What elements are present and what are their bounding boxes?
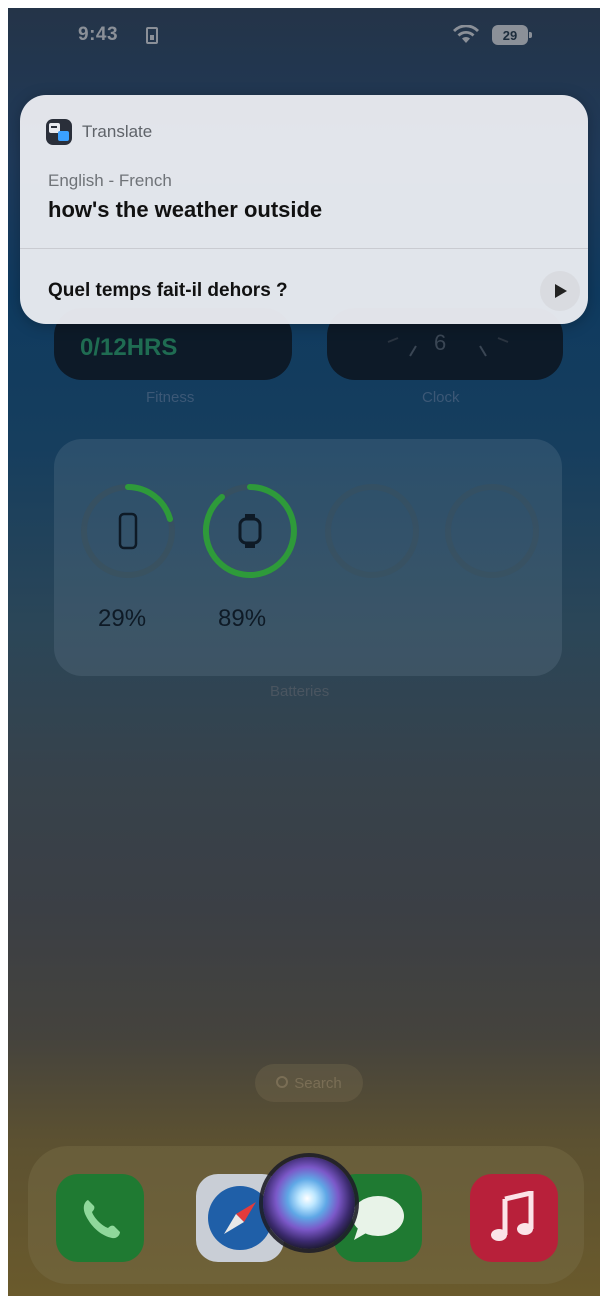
translate-notification[interactable]: Translate English - French how's the wea… xyxy=(20,95,588,324)
music-app-icon[interactable] xyxy=(470,1174,558,1262)
iphone-icon xyxy=(118,512,138,550)
translated-text: Quel temps fait-il dehors ? xyxy=(48,280,288,301)
play-icon xyxy=(555,284,567,298)
translate-app-icon xyxy=(46,119,72,145)
language-pair: English - French xyxy=(48,171,172,190)
clock-label: Clock xyxy=(422,389,460,406)
clock-six-label: 6 xyxy=(434,330,447,355)
batteries-label: Batteries xyxy=(270,683,330,700)
notification-divider xyxy=(20,248,588,249)
search-icon xyxy=(276,1076,289,1088)
status-time: 9:43 xyxy=(78,24,119,45)
watch-battery-percent: 89% xyxy=(218,605,267,632)
notification-app-name: Translate xyxy=(82,122,153,141)
watch-icon xyxy=(238,514,262,548)
wifi-icon xyxy=(453,25,479,43)
phone-app-icon[interactable] xyxy=(56,1174,144,1262)
phone-battery-percent: 29% xyxy=(98,605,147,632)
messages-icon xyxy=(352,1196,404,1240)
siri-orb-icon[interactable] xyxy=(263,1157,355,1249)
source-text: how's the weather outside xyxy=(48,197,323,222)
sim-icon xyxy=(146,27,158,44)
music-icon xyxy=(491,1191,534,1241)
battery-rings xyxy=(81,484,539,578)
phone-icon xyxy=(83,1200,120,1239)
search-label: Search xyxy=(294,1074,342,1092)
play-translation-button[interactable] xyxy=(540,271,580,311)
search-button[interactable]: Search xyxy=(255,1064,363,1102)
fitness-label: Fitness xyxy=(146,389,195,406)
fitness-value: 0/12HRS xyxy=(80,334,178,361)
battery-indicator: 29 xyxy=(492,25,532,45)
lock-screen: 9:43 29 0/12HRS 6 Fitness Clock 29% 89% … xyxy=(8,8,600,1296)
